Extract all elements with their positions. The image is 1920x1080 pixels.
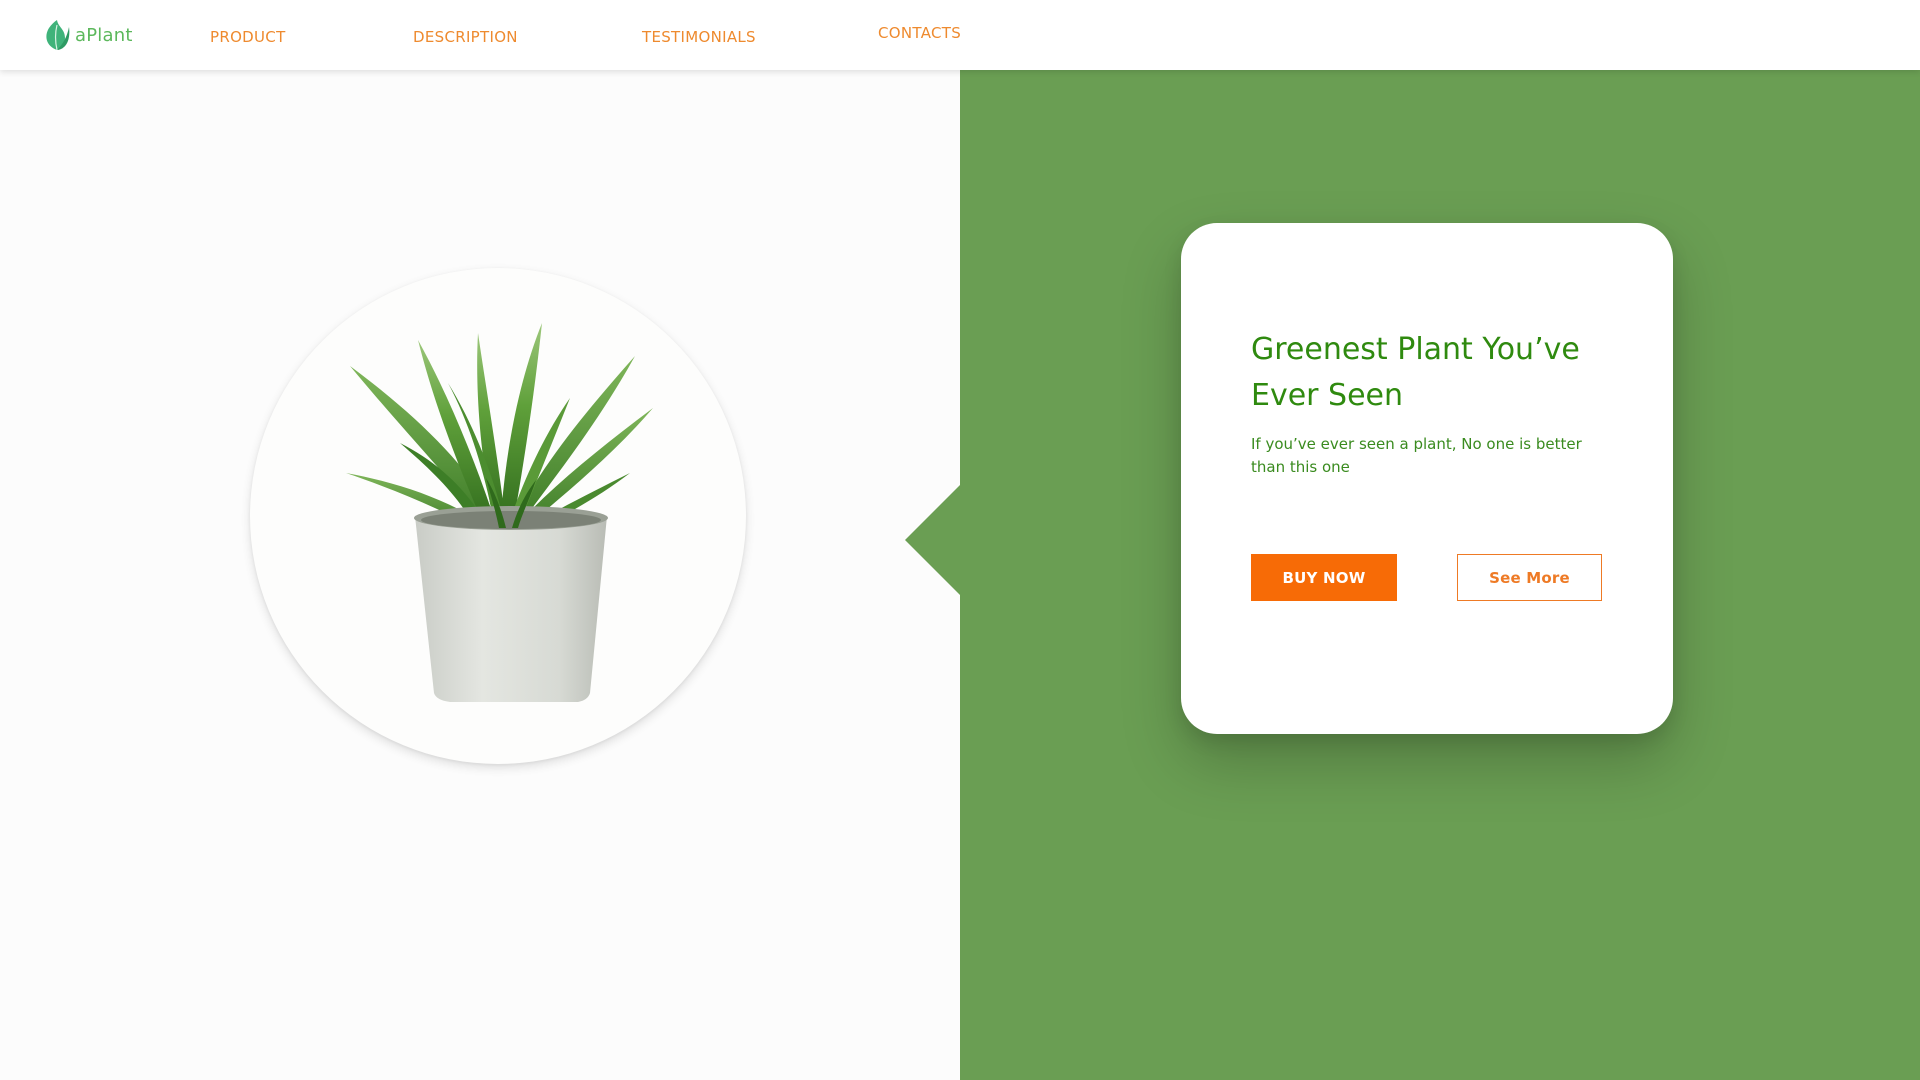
brand-name: aPlant — [75, 24, 133, 46]
buy-now-button[interactable]: BUY NOW — [1251, 554, 1397, 601]
panel-pointer-arrow — [905, 484, 961, 596]
nav-link-product[interactable]: PRODUCT — [210, 28, 286, 46]
see-more-button[interactable]: See More — [1457, 554, 1602, 601]
product-card: Greenest Plant You’ve Ever Seen If you’v… — [1181, 223, 1673, 734]
page: aPlant PRODUCT DESCRIPTION TESTIMONIALS … — [0, 0, 1920, 1080]
product-title: Greenest Plant You’ve Ever Seen — [1251, 332, 1580, 413]
top-navbar: aPlant PRODUCT DESCRIPTION TESTIMONIALS … — [0, 0, 1920, 70]
product-image-circle — [250, 268, 746, 764]
potted-plant-image — [346, 323, 653, 702]
nav-link-contacts[interactable]: CONTACTS — [878, 24, 961, 42]
product-description: If you’ve ever seen a plant, No one is b… — [1251, 435, 1582, 476]
nav-link-description[interactable]: DESCRIPTION — [413, 28, 518, 46]
brand-logo-link[interactable]: aPlant — [43, 19, 133, 51]
leaf-icon — [46, 20, 70, 51]
nav-link-testimonials[interactable]: TESTIMONIALS — [642, 28, 756, 46]
